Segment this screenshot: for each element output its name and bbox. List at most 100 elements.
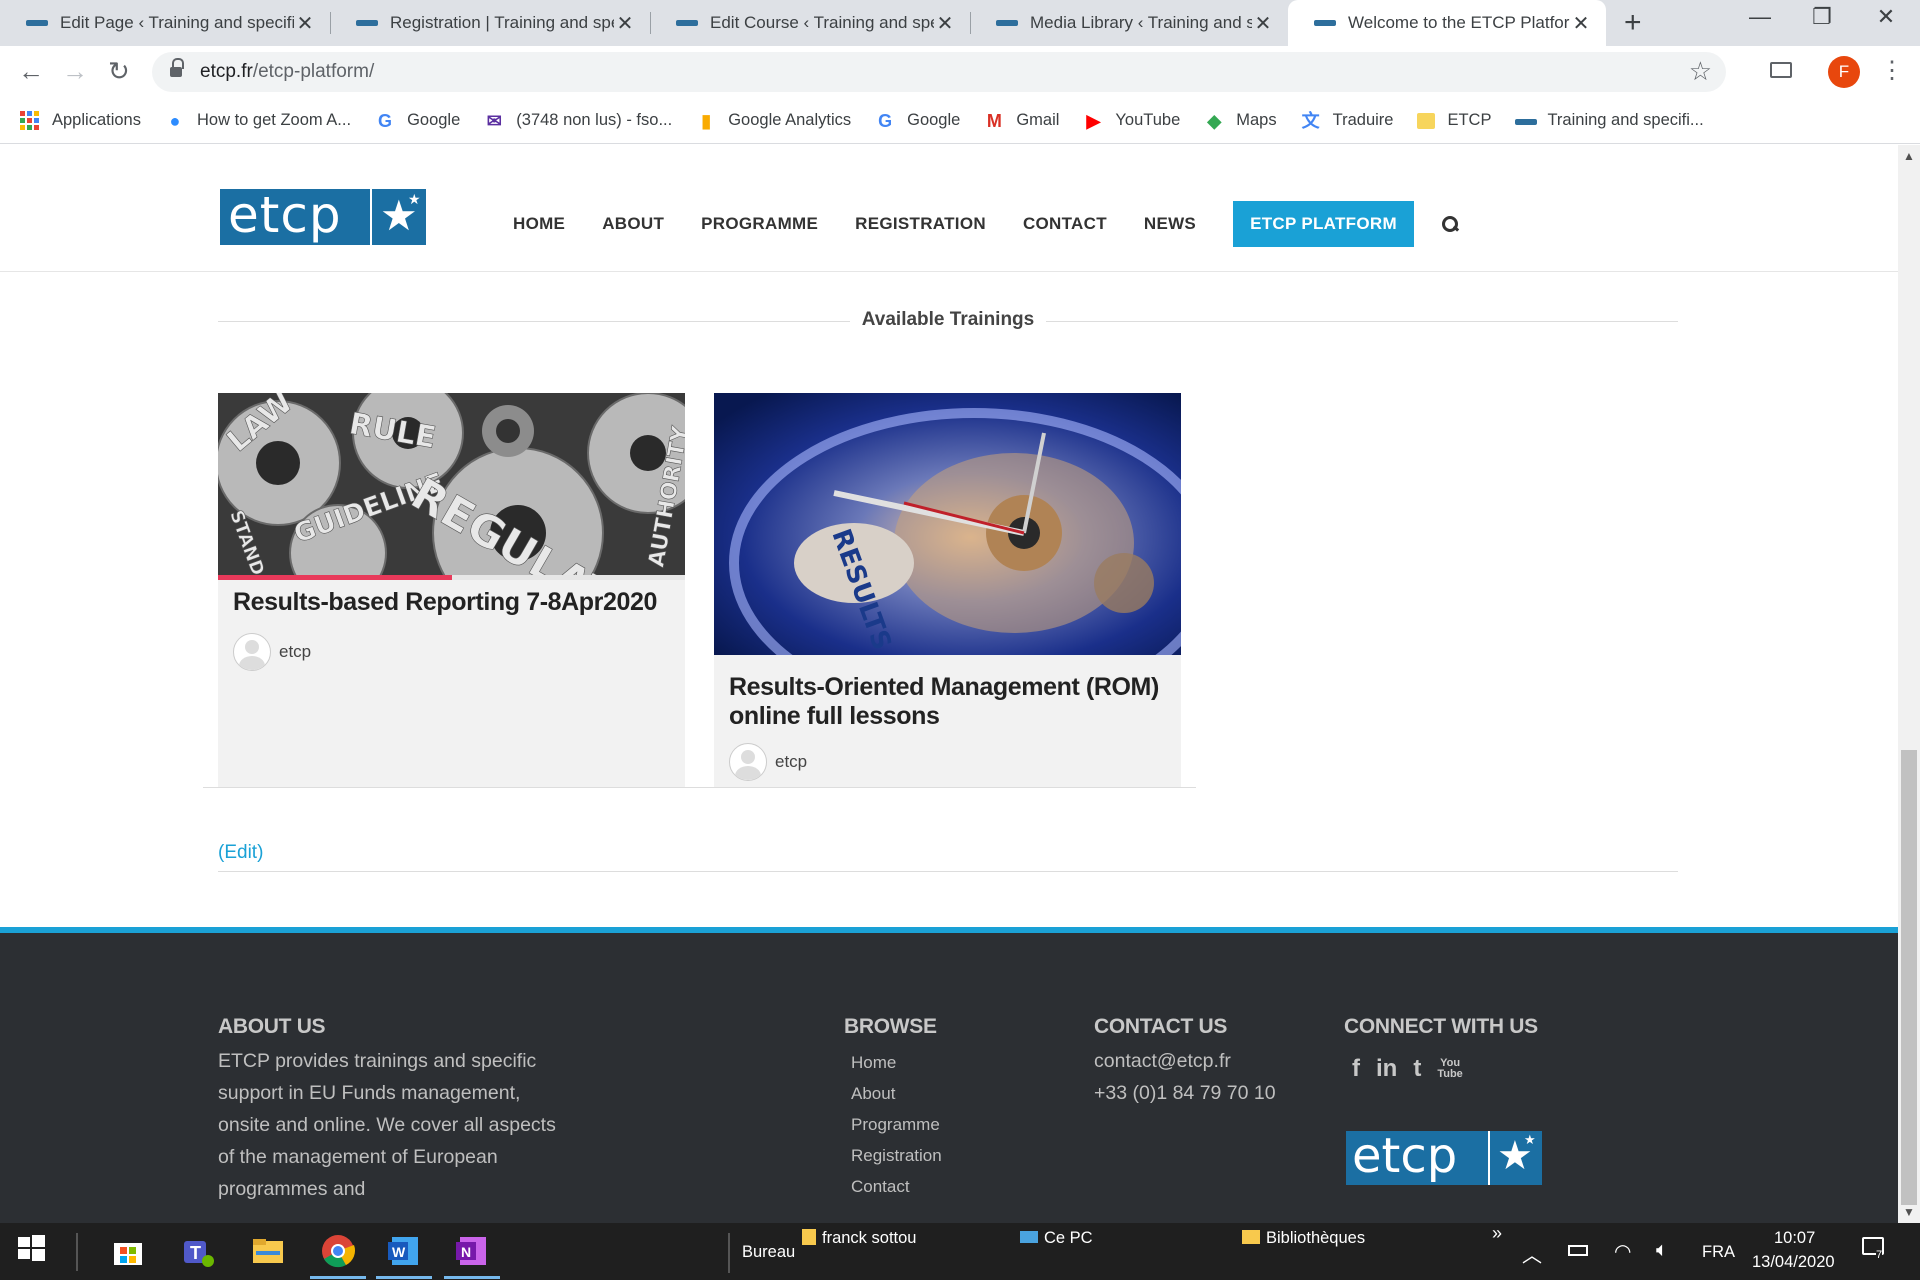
library-folder-icon (1242, 1230, 1260, 1244)
battery-icon[interactable] (1568, 1239, 1588, 1262)
close-tab-icon[interactable]: ✕ (614, 11, 636, 36)
close-tab-icon[interactable]: ✕ (1252, 11, 1274, 36)
bookmark-youtube[interactable]: ▶ YouTube (1083, 111, 1181, 131)
gmail-icon: M (986, 110, 1002, 131)
bookmark-google[interactable]: G Google (375, 111, 460, 131)
bookmark-google[interactable]: G Google (875, 111, 960, 131)
new-tab-button[interactable]: + (1624, 6, 1642, 40)
taskbar-folder-user[interactable]: franck sottou (802, 1229, 916, 1248)
menu-dots-icon[interactable]: ⋮ (1880, 56, 1904, 85)
bookmark-gmail[interactable]: M Gmail (984, 110, 1060, 131)
footer-link-programme[interactable]: Programme (851, 1109, 942, 1140)
browser-tab-active[interactable]: Welcome to the ETCP Platform ✕ (1288, 0, 1606, 46)
bookmark-translate[interactable]: 文 Traduire (1301, 111, 1394, 131)
bookmark-apps[interactable]: Applications (20, 110, 141, 131)
close-tab-icon[interactable]: ✕ (934, 11, 956, 36)
page-viewport: etcp ★ ★ HOME ABOUT PROGRAMME REGISTRATIO… (0, 145, 1898, 1223)
minimize-window-button[interactable]: — (1730, 4, 1790, 30)
profile-avatar[interactable]: F (1828, 56, 1860, 88)
teams-icon[interactable]: T (180, 1233, 216, 1269)
store-icon[interactable] (110, 1233, 146, 1269)
notification-count: 7 (1876, 1249, 1883, 1261)
linkedin-icon[interactable]: in (1376, 1055, 1397, 1083)
footer-link-about[interactable]: About (851, 1078, 942, 1109)
nav-home[interactable]: HOME (513, 214, 565, 234)
cast-icon[interactable] (1770, 62, 1792, 78)
bookmark-label: YouTube (1115, 111, 1181, 129)
toolbar-overflow-chevron-icon[interactable]: » (1492, 1223, 1502, 1244)
nav-programme[interactable]: PROGRAMME (701, 214, 818, 234)
chrome-icon[interactable] (310, 1233, 366, 1279)
bookmark-training[interactable]: Training and specifi... (1515, 111, 1704, 131)
bookmark-label: Maps (1236, 111, 1277, 129)
notifications-icon[interactable]: 7 (1862, 1237, 1884, 1261)
bookmark-zoom[interactable]: ● How to get Zoom A... (165, 111, 352, 131)
browser-tab[interactable]: Edit Page ‹ Training and specifi ✕ (0, 0, 331, 46)
course-author: etcp (729, 743, 807, 781)
footer-connect-title: CONNECT WITH US (1344, 1015, 1538, 1038)
bookmark-maps[interactable]: ◆ Maps (1204, 111, 1276, 131)
folder-icon (1417, 112, 1436, 129)
restore-window-button[interactable]: ❐ (1792, 4, 1852, 30)
course-title[interactable]: Results-based Reporting 7-8Apr2020 (233, 588, 673, 617)
bookmark-label: Training and specifi... (1547, 111, 1704, 129)
back-arrow-icon[interactable]: ← (18, 56, 44, 87)
course-card[interactable]: RESULTS Results-Oriented Management (ROM… (714, 393, 1181, 787)
bookmark-label: Google (407, 111, 461, 129)
taskbar-folder-this-pc[interactable]: Ce PC (1020, 1229, 1093, 1248)
course-image-stopwatch[interactable]: RESULTS (714, 393, 1181, 655)
nav-contact[interactable]: CONTACT (1023, 214, 1107, 234)
bookmark-star-icon[interactable]: ☆ (1689, 56, 1712, 87)
clock-time[interactable]: 10:07 (1774, 1229, 1815, 1248)
volume-icon[interactable]: 🔈︎ (1656, 1239, 1668, 1262)
site-logo[interactable]: etcp ★ ★ (220, 189, 426, 245)
address-bar[interactable]: etcp.fr/etcp-platform/ ☆ (152, 52, 1726, 92)
browser-tab[interactable]: Registration | Training and spec ✕ (330, 0, 651, 46)
youtube-icon[interactable]: You Tube (1437, 1058, 1462, 1080)
onenote-icon[interactable]: N (444, 1233, 500, 1279)
browser-tab[interactable]: Media Library ‹ Training and sp ✕ (970, 0, 1288, 46)
apps-grid-icon (20, 110, 40, 131)
footer-link-registration[interactable]: Registration (851, 1140, 942, 1171)
course-image-regulation[interactable]: LAW RULE STANDARD GUIDELINE REGULATION A… (218, 393, 685, 575)
scroll-up-arrow-icon[interactable]: ▲ (1903, 149, 1915, 163)
bookmark-analytics[interactable]: ▮ Google Analytics (696, 111, 851, 131)
wifi-icon[interactable]: ◠ (1614, 1239, 1631, 1264)
clock-date[interactable]: 13/04/2020 (1752, 1253, 1835, 1272)
contact-email[interactable]: contact@etcp.fr (1094, 1045, 1276, 1077)
reload-icon[interactable]: ↻ (108, 56, 130, 87)
nav-registration[interactable]: REGISTRATION (855, 214, 986, 234)
desktop-toolbar-label[interactable]: Bureau (742, 1243, 795, 1262)
facebook-icon[interactable]: f (1352, 1055, 1360, 1083)
footer-logo[interactable]: etcp ★ ★ (1346, 1131, 1542, 1185)
course-title[interactable]: Results-Oriented Management (ROM) online… (729, 673, 1174, 731)
footer-link-contact[interactable]: Contact (851, 1171, 942, 1202)
lock-icon[interactable] (170, 58, 184, 78)
nav-etcp-platform-button[interactable]: ETCP PLATFORM (1233, 201, 1414, 247)
taskbar-folder-libraries[interactable]: Bibliothèques (1242, 1229, 1365, 1248)
nav-news[interactable]: NEWS (1144, 214, 1196, 234)
close-tab-icon[interactable]: ✕ (294, 11, 316, 36)
windows-start-icon[interactable] (16, 1233, 52, 1269)
close-window-button[interactable]: ✕ (1856, 4, 1916, 30)
twitter-icon[interactable]: t (1413, 1055, 1421, 1083)
edit-page-link[interactable]: (Edit) (218, 842, 263, 864)
search-icon[interactable] (1441, 216, 1458, 232)
scroll-down-arrow-icon[interactable]: ▼ (1903, 1205, 1915, 1219)
browser-tab[interactable]: Edit Course ‹ Training and spec ✕ (650, 0, 971, 46)
bookmark-etcp-folder[interactable]: ETCP (1417, 111, 1491, 130)
close-tab-icon[interactable]: ✕ (1570, 11, 1592, 36)
footer-about-title: ABOUT US (218, 1015, 326, 1038)
scrollbar-thumb[interactable] (1901, 750, 1917, 1205)
forward-arrow-icon[interactable]: → (62, 56, 88, 87)
nav-about[interactable]: ABOUT (602, 214, 664, 234)
input-language[interactable]: FRA (1702, 1243, 1735, 1262)
file-explorer-icon[interactable] (250, 1233, 286, 1269)
show-hidden-icons-chevron-icon[interactable]: ︿ (1522, 1239, 1542, 1268)
word-icon[interactable]: W (376, 1233, 432, 1279)
course-card[interactable]: LAW RULE STANDARD GUIDELINE REGULATION A… (218, 393, 685, 787)
page-scrollbar[interactable]: ▲ ▼ (1898, 145, 1920, 1223)
bookmark-mail[interactable]: ✉ (3748 non lus) - fso... (484, 111, 672, 131)
bookmarks-bar: Applications ● How to get Zoom A... G Go… (0, 98, 1920, 144)
footer-link-home[interactable]: Home (851, 1047, 942, 1078)
